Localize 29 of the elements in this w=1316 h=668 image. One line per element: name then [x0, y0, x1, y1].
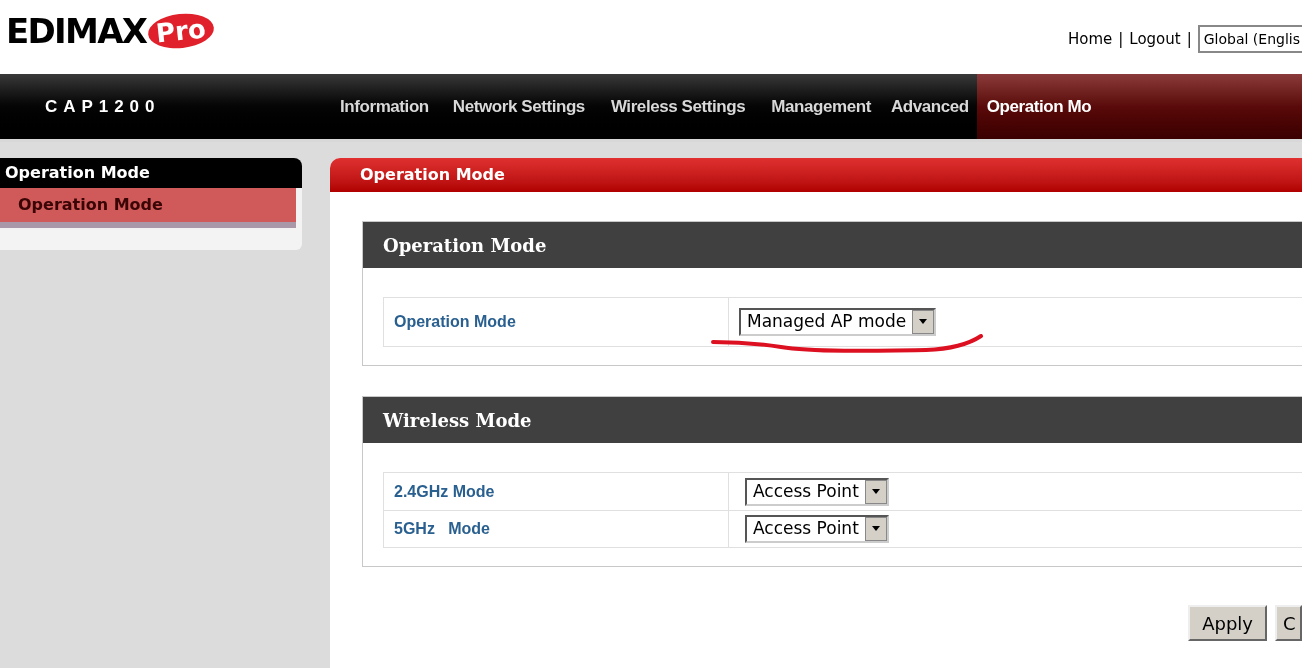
nav-tab[interactable]: Operation Mo — [976, 74, 1302, 139]
nav-tab[interactable]: Network Settings — [440, 74, 597, 139]
field-label: 5GHz Mode — [394, 519, 490, 539]
dropdown-arrow-icon[interactable] — [864, 479, 887, 504]
header-link[interactable]: Logout — [1129, 27, 1181, 51]
nav-tab[interactable]: Management — [759, 74, 883, 139]
sidebar-title: Operation Mode — [0, 158, 302, 188]
field-label: 2.4GHz Mode — [394, 481, 495, 502]
logo-wordmark: EDIMAX — [6, 14, 147, 48]
nav-tab[interactable]: Advanced — [882, 74, 977, 139]
language-select[interactable]: Global (Englis — [1197, 25, 1302, 53]
action-button[interactable]: Apply — [1188, 605, 1267, 641]
dropdown[interactable]: Access Point — [745, 515, 889, 543]
panel-title: Operation Mode — [330, 158, 1302, 192]
header-link[interactable]: Home — [1067, 27, 1113, 51]
dropdown-arrow-icon[interactable] — [912, 310, 935, 334]
sidebar-item[interactable]: Operation Mode — [0, 188, 296, 228]
dropdown[interactable]: Access Point — [745, 477, 889, 506]
section-header: Wireless Mode — [363, 397, 1302, 443]
field-label: Operation Mode — [394, 312, 516, 332]
action-button[interactable]: C — [1275, 605, 1302, 641]
section-header: Operation Mode — [363, 222, 1302, 268]
nav-tab[interactable]: Wireless Settings — [596, 74, 760, 139]
nav-tab[interactable]: Information — [320, 74, 441, 139]
dropdown-arrow-icon[interactable] — [864, 517, 887, 541]
dropdown[interactable]: Managed AP mode — [739, 308, 937, 336]
device-model: CAP1200 — [44, 96, 162, 118]
link-separator: | — [1186, 28, 1192, 50]
link-separator: | — [1118, 28, 1124, 50]
